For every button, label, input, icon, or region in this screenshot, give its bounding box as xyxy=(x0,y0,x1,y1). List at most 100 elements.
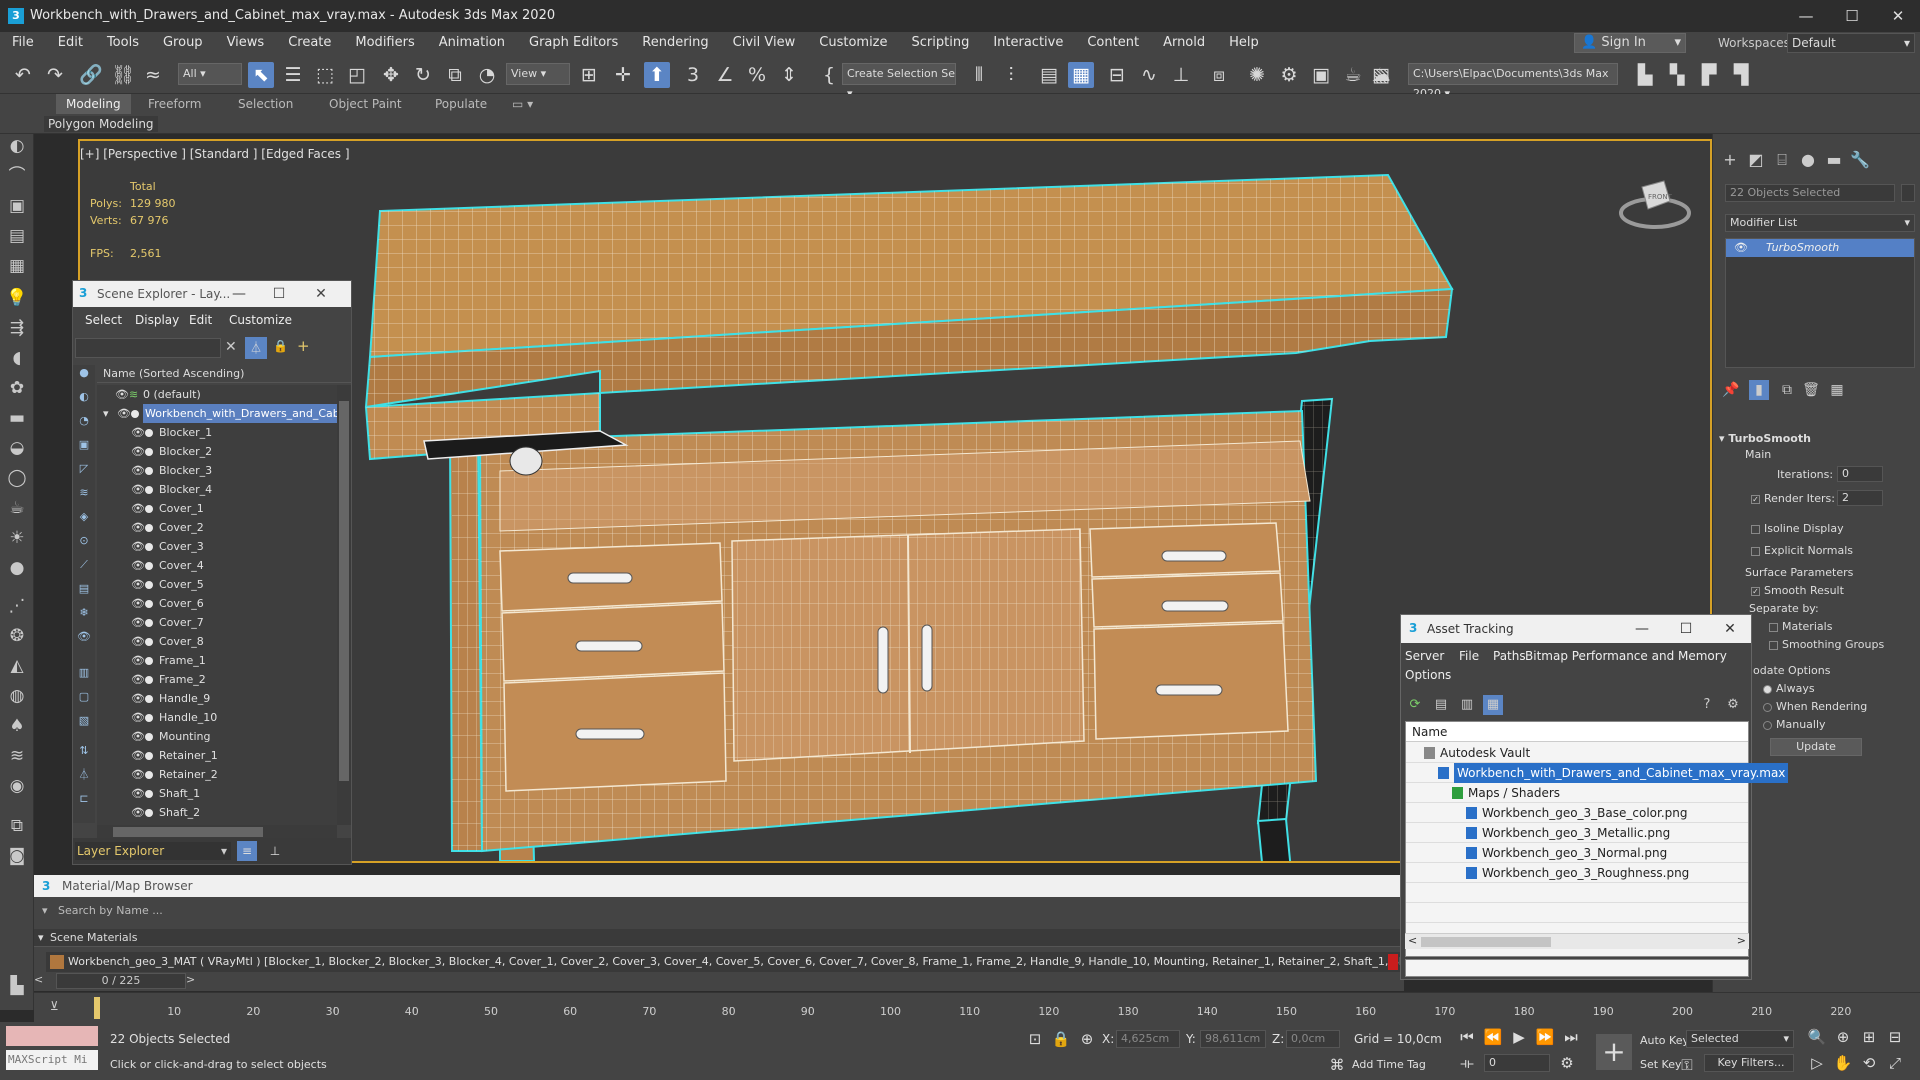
materials-checkbox[interactable]: Materials xyxy=(1769,620,1832,633)
smooth-result-checkbox[interactable]: ✓ Smooth Result xyxy=(1751,584,1844,597)
asset-horizontal-scrollbar[interactable]: < > xyxy=(1405,933,1749,949)
menu-item-edit[interactable]: Edit xyxy=(46,32,95,54)
scene-horizontal-scrollbar[interactable] xyxy=(97,825,337,839)
select-by-name-icon[interactable]: ☰ xyxy=(280,62,306,88)
object-row[interactable]: 👁 Frame_1 xyxy=(97,651,337,670)
object-row[interactable]: 👁 Shaft_2 xyxy=(97,803,337,822)
layer-stack-icon[interactable]: ≡ xyxy=(237,841,257,861)
object-row[interactable]: 👁 Retainer_1 xyxy=(97,746,337,765)
object-row[interactable]: 👁 Retainer_2 xyxy=(97,765,337,784)
sign-in-button[interactable]: 👤 Sign In ▾ xyxy=(1574,33,1686,53)
rollout-title[interactable]: ▾ TurboSmooth xyxy=(1719,432,1811,445)
selection-lock-icon[interactable]: 🔒 xyxy=(1050,1028,1072,1050)
object-row[interactable]: 👁 Shaft_1 xyxy=(97,784,337,803)
material-search-input[interactable]: ▾ Search by Name ... xyxy=(34,902,1404,920)
set-key-big-button[interactable]: + xyxy=(1596,1034,1632,1070)
menu-item-animation[interactable]: Animation xyxy=(427,32,517,54)
scene-menu-select[interactable]: Select xyxy=(85,313,122,327)
visibility-eye-icon[interactable]: 👁 xyxy=(131,518,145,537)
asset-row[interactable]: Workbench_geo_3_Roughness.png xyxy=(1406,863,1748,883)
material-editor-icon[interactable]: ✺ xyxy=(1244,62,1270,88)
key-mode-icon[interactable]: ⟛ xyxy=(1456,1052,1478,1074)
scroll-left-icon[interactable]: < xyxy=(1408,934,1417,947)
particle-system-icon[interactable]: ⋰ xyxy=(5,594,29,618)
asset-path-field[interactable] xyxy=(1405,959,1749,977)
schematic-view-icon[interactable]: ⧈ xyxy=(1206,62,1232,88)
name-column-header[interactable]: Name (Sorted Ascending) xyxy=(97,365,351,383)
visibility-eye-icon[interactable]: 👁 xyxy=(131,594,145,613)
compound-object-icon[interactable]: ❂ xyxy=(5,624,29,648)
maxscript-listener-output[interactable] xyxy=(6,1026,98,1046)
workspace-select[interactable]: Default ▾ xyxy=(1787,33,1915,53)
timeline-cursor[interactable] xyxy=(94,997,100,1019)
viewcube[interactable]: FRONT xyxy=(1618,175,1692,231)
object-row[interactable]: 👁 Cover_5 xyxy=(97,575,337,594)
panel-toggle-icon[interactable]: ▙ xyxy=(5,974,29,998)
asset-menu-server[interactable]: Server xyxy=(1405,649,1444,663)
visibility-eye-icon[interactable]: 👁 xyxy=(131,651,145,670)
detail-view-icon[interactable]: ▥ xyxy=(1457,695,1477,715)
viewport-navigation-icon[interactable]: ◐ xyxy=(5,134,29,158)
named-selection-set-select[interactable]: Create Selection Se ▾ xyxy=(842,63,956,100)
curve-editor-icon[interactable]: ∿ xyxy=(1136,62,1162,88)
asset-menu-options[interactable]: Options xyxy=(1405,668,1451,682)
maxscript-input[interactable]: MAXScript Mi xyxy=(6,1050,98,1070)
asset-row[interactable]: Workbench_geo_3_Metallic.png xyxy=(1406,823,1748,843)
menu-item-arnold[interactable]: Arnold xyxy=(1151,32,1217,54)
play-icon[interactable]: ▶ xyxy=(1508,1026,1530,1048)
asset-row[interactable]: Workbench_geo_3_Normal.png xyxy=(1406,843,1748,863)
auto-key-button[interactable]: Auto Key xyxy=(1640,1034,1689,1047)
modifier-stack-item-turbosmooth[interactable]: 👁 TurboSmooth xyxy=(1726,239,1914,257)
visibility-eye-icon[interactable]: 👁 xyxy=(131,480,145,499)
render-icon[interactable]: ☕ xyxy=(1340,62,1366,88)
maximize-viewport-icon[interactable]: ⤢ xyxy=(1884,1052,1906,1074)
3ds-logo-icon[interactable]: ◙ xyxy=(5,844,29,868)
make-unique-icon[interactable]: ⧉ xyxy=(1777,380,1797,400)
menu-item-customize[interactable]: Customize xyxy=(807,32,899,54)
visibility-eye-icon[interactable]: 👁 xyxy=(115,385,129,404)
explicit-normals-checkbox[interactable]: Explicit Normals xyxy=(1751,544,1853,557)
always-radio[interactable]: Always xyxy=(1763,682,1815,695)
visibility-eye-icon[interactable]: 👁 xyxy=(131,708,145,727)
go-to-start-icon[interactable]: ⏮ xyxy=(1456,1026,1478,1048)
zoom-extents-icon[interactable]: ⊞ xyxy=(1858,1026,1880,1048)
open-project-icon[interactable]: ▚ xyxy=(1664,62,1690,88)
sun-light-icon[interactable]: ☀ xyxy=(5,526,29,550)
bind-space-warp-icon[interactable]: ≈ xyxy=(140,62,166,88)
toggle-ribbon-icon[interactable]: ⊟ xyxy=(1104,62,1130,88)
scene-search-input[interactable] xyxy=(75,338,221,358)
spinner-snap-icon[interactable]: ⇕ xyxy=(776,62,802,88)
menu-item-scripting[interactable]: Scripting xyxy=(900,32,982,54)
time-configuration-icon[interactable]: ⚙ xyxy=(1556,1052,1578,1074)
create-plane-solid-icon[interactable]: ▬ xyxy=(5,406,29,430)
dope-sheet-icon[interactable]: ⊥ xyxy=(1168,62,1194,88)
ribbon-tab-modeling[interactable]: Modeling xyxy=(56,94,131,114)
scene-maximize-button[interactable]: ☐ xyxy=(267,284,291,304)
ribbon-tab-freeform[interactable]: Freeform xyxy=(148,94,201,114)
scene-minimize-button[interactable]: — xyxy=(227,284,251,304)
object-row[interactable]: 👁 Blocker_4 xyxy=(97,480,337,499)
visibility-eye-icon[interactable]: 👁 xyxy=(131,784,145,803)
sphere-gizmo-icon[interactable]: ◉ xyxy=(5,774,29,798)
clear-search-icon[interactable]: ✕ xyxy=(225,339,237,355)
close-button[interactable]: ✕ xyxy=(1878,4,1918,28)
minimize-button[interactable]: — xyxy=(1786,4,1826,28)
visibility-eye-icon[interactable]: 👁 xyxy=(131,499,145,518)
filter-cameras-icon[interactable]: ▣ xyxy=(76,437,92,453)
x-coordinate-field[interactable]: 4,625cm xyxy=(1116,1030,1180,1048)
visibility-eye-icon[interactable]: 👁 xyxy=(131,423,145,442)
percent-snap-icon[interactable]: % xyxy=(744,62,770,88)
next-frame-icon[interactable]: ⏩ xyxy=(1534,1026,1556,1048)
add-time-tag-button[interactable]: Add Time Tag xyxy=(1352,1058,1426,1071)
hierarchy-view-icon[interactable]: ⊥ xyxy=(265,841,285,861)
manually-radio[interactable]: Manually xyxy=(1763,718,1826,731)
set-project-icon[interactable]: ▛ xyxy=(1696,62,1722,88)
ribbon-tab-populate[interactable]: Populate xyxy=(435,94,487,114)
asset-menu-paths[interactable]: Paths xyxy=(1493,649,1526,663)
object-color-swatch[interactable] xyxy=(1901,184,1915,202)
unlink-icon[interactable]: ⛓ xyxy=(110,62,136,88)
ribbon-tab-selection[interactable]: Selection xyxy=(238,94,293,114)
filter-hidden-icon[interactable]: 👁 xyxy=(76,629,92,645)
display-tab-icon[interactable]: ▬ xyxy=(1823,150,1845,170)
visibility-eye-icon[interactable]: 👁 xyxy=(131,632,145,651)
